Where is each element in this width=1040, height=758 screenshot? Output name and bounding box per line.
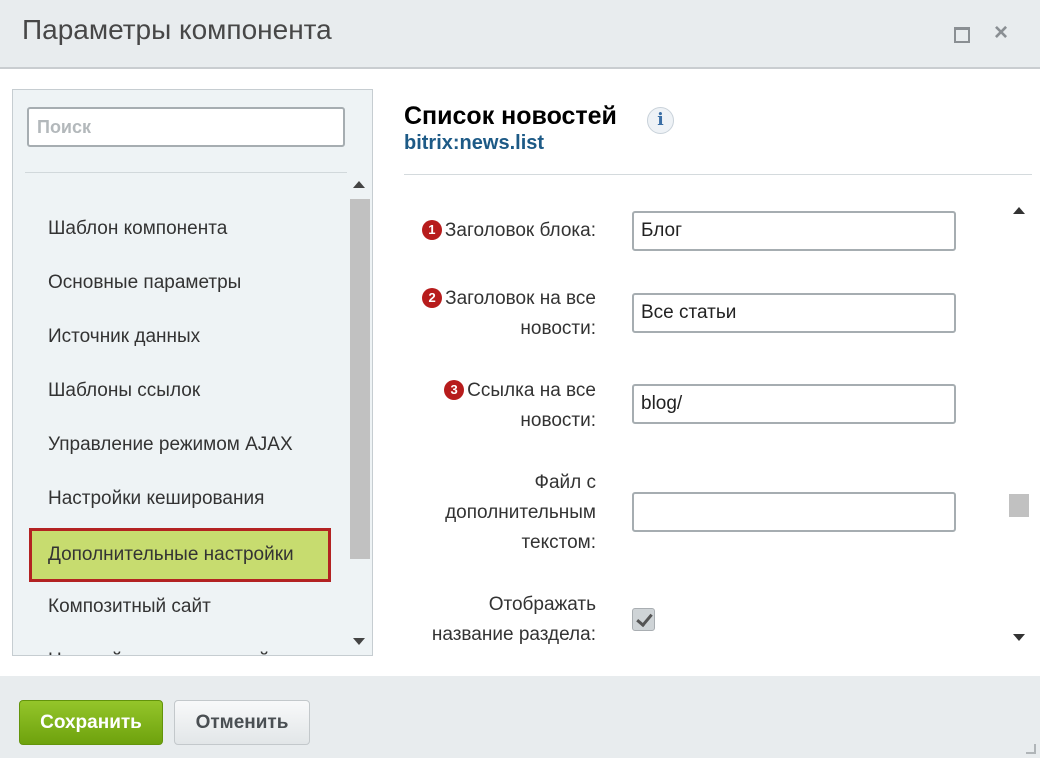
scroll-down-icon[interactable] — [353, 638, 365, 645]
info-icon[interactable]: i — [647, 107, 674, 134]
content-scroll-thumb[interactable] — [1009, 494, 1029, 517]
sidebar-item-main-params[interactable]: Основные параметры — [13, 256, 347, 310]
sidebar-item-cache[interactable]: Настройки кеширования — [13, 472, 347, 526]
field-all-news-title-label-box: 2 Заголовок на все новости: — [396, 284, 596, 344]
step-badge: 3 — [444, 380, 465, 400]
field-show-section-name-label-line2: название раздела: — [431, 624, 596, 645]
header-divider — [404, 174, 1032, 175]
sections-sidebar: Шаблон компонента Основные параметры Ист… — [12, 89, 373, 656]
all-news-title-field[interactable] — [632, 293, 956, 333]
sidebar-item-composite-site[interactable]: Композитный сайт — [13, 580, 347, 634]
component-title: Список новостей — [404, 102, 617, 130]
component-code: bitrix:news.list — [404, 132, 545, 154]
sidebar-divider — [25, 172, 347, 173]
field-extra-text-file-label-box: Файл с дополнительным текстом: — [396, 468, 596, 558]
dialog-title: Параметры компонента — [22, 14, 332, 45]
step-badge: 2 — [422, 288, 443, 308]
field-all-news-title-label-line1: 2 Заголовок на все — [422, 284, 596, 314]
sidebar-item-pagination[interactable]: Настройки постраничной — [13, 634, 347, 655]
field-show-section-name-label-line1: Отображать — [488, 594, 596, 615]
sidebar-scrollbar[interactable] — [350, 176, 370, 654]
sidebar-item-ajax[interactable]: Управление режимом AJAX — [13, 418, 347, 472]
sidebar-item-additional-settings[interactable]: Дополнительные настройки — [29, 528, 331, 582]
dialog-footer: Сохранить Отменить — [0, 676, 1040, 758]
all-news-link-field[interactable] — [632, 384, 956, 424]
sidebar-item-data-source[interactable]: Источник данных — [13, 310, 347, 364]
field-block-title-label: 1 Заголовок блока: — [421, 216, 596, 246]
field-extra-text-file-label-line1: Файл с — [534, 472, 597, 493]
field-all-news-link-label-line1: 3 Ссылка на все — [444, 376, 596, 406]
field-show-section-name-label-box: Отображать название раздела: — [396, 590, 596, 650]
scroll-up-icon[interactable] — [1013, 207, 1025, 214]
field-extra-text-file-label-line3: текстом: — [521, 532, 596, 553]
show-section-name-checkbox[interactable] — [632, 608, 655, 631]
field-all-news-title-label-line2: новости: — [520, 318, 596, 339]
component-parameters-dialog: Параметры компонента × Шаблон компонента… — [0, 0, 1040, 758]
field-block-title-label-box: 1 Заголовок блока: — [396, 216, 596, 246]
sidebar-item-url-templates[interactable]: Шаблоны ссылок — [13, 364, 347, 418]
field-all-news-link-label-box: 3 Ссылка на все новости: — [396, 376, 596, 436]
sidebar-item-template[interactable]: Шаблон компонента — [13, 202, 347, 256]
cancel-button[interactable]: Отменить — [174, 700, 310, 745]
resize-grip-icon[interactable] — [1026, 744, 1036, 754]
scroll-up-icon[interactable] — [353, 181, 365, 188]
extra-text-file-field[interactable] — [632, 492, 956, 532]
search-input[interactable] — [27, 107, 345, 147]
maximize-icon[interactable] — [952, 24, 970, 43]
dialog-titlebar[interactable]: Параметры компонента × — [0, 0, 1040, 69]
save-button[interactable]: Сохранить — [19, 700, 163, 745]
step-badge: 1 — [421, 220, 442, 240]
field-all-news-link-label-line2: новости: — [520, 410, 596, 431]
field-extra-text-file-label-line2: дополнительным — [445, 502, 596, 523]
block-title-field[interactable] — [632, 211, 956, 251]
sidebar-scroll-thumb[interactable] — [350, 199, 370, 559]
close-icon[interactable]: × — [992, 21, 1010, 45]
scroll-down-icon[interactable] — [1013, 634, 1025, 641]
